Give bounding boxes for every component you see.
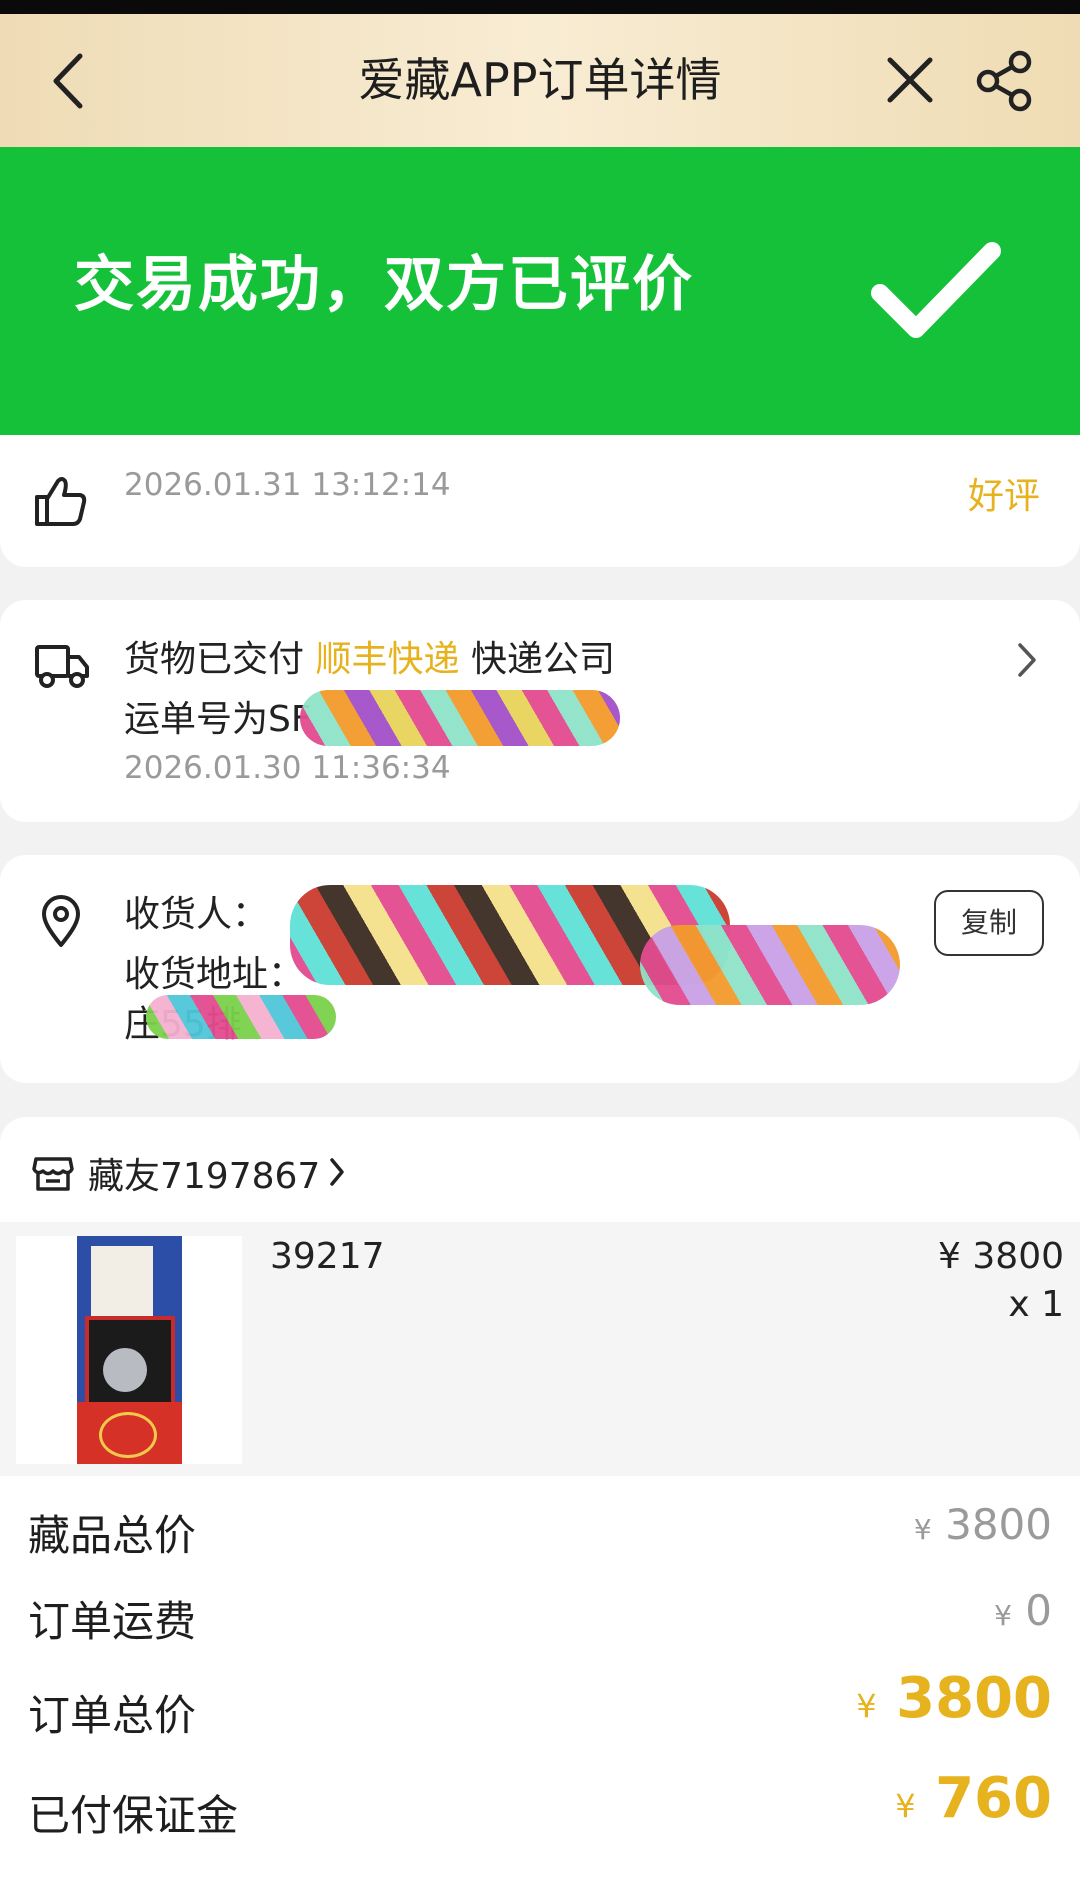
review-rating: 好评 <box>968 476 1041 517</box>
courier-name: 顺丰快递 <box>315 639 460 680</box>
shipping-fee-currency: ¥ <box>994 1599 1012 1632</box>
shipping-time: 2026.01.30 11:36:34 <box>124 750 451 786</box>
seller-chevron-icon[interactable] <box>328 1157 346 1187</box>
status-bar <box>0 0 1080 14</box>
shop-icon <box>32 1157 74 1191</box>
order-summary: 藏品总价 ¥ 3800 订单运费 ¥ 0 订单总价 ¥ 3800 已付保证金 ¥… <box>0 1476 1080 1879</box>
deposit-value: 760 <box>935 1766 1052 1831</box>
review-time: 2026.01.31 13:12:14 <box>124 467 451 503</box>
shipping-fee-value: 0 <box>1025 1586 1052 1635</box>
status-banner: 交易成功，双方已评价 <box>0 147 1080 435</box>
address-card: 收货人： 收货地址： 庄55排 <box>0 855 1080 1083</box>
redacted-address <box>640 925 900 1005</box>
status-message: 交易成功，双方已评价 <box>74 250 694 320</box>
deposit-currency: ¥ <box>895 1787 916 1825</box>
shipping-status-suffix: 快递公司 <box>470 639 615 680</box>
items-total-amount: ¥ 3800 <box>914 1500 1052 1549</box>
redacted-tracking <box>300 690 620 746</box>
truck-icon <box>35 645 89 688</box>
receiver-label: 收货人： <box>124 894 269 935</box>
copy-button[interactable]: 复制 <box>934 890 1044 956</box>
location-pin-icon <box>42 895 80 947</box>
top-navigation-bar: 爱藏APP订单详情 <box>0 14 1080 147</box>
items-total-currency: ¥ <box>913 1513 932 1546</box>
deposit-label: 已付保证金 <box>28 1791 239 1840</box>
product-price: ¥ 3800 <box>938 1236 1064 1277</box>
shipping-status-prefix: 货物已交付 <box>124 639 305 680</box>
product-thumbnail[interactable] <box>77 1236 182 1464</box>
tracking-number: 运单号为SF <box>124 699 312 740</box>
product-quantity: x 1 <box>1008 1284 1064 1325</box>
items-total-value: 3800 <box>945 1500 1052 1549</box>
shipping-fee-amount: ¥ 0 <box>994 1586 1052 1635</box>
review-card: 2026.01.31 13:12:14 好评 <box>0 435 1080 567</box>
thumbs-up-icon <box>35 477 87 526</box>
order-total-amount: ¥ 3800 <box>856 1666 1052 1731</box>
order-total-currency: ¥ <box>856 1687 877 1725</box>
share-icon[interactable] <box>976 50 1034 112</box>
seller-row[interactable]: 藏友7197867 <box>0 1117 1080 1237</box>
shipping-fee-label: 订单运费 <box>28 1597 197 1646</box>
redacted-address-line2 <box>146 995 336 1039</box>
order-total-label: 订单总价 <box>28 1691 197 1740</box>
shipping-status-line: 货物已交付 顺丰快递 快递公司 <box>124 630 615 682</box>
address-label: 收货地址： <box>124 954 305 995</box>
product-name: 39217 <box>270 1236 385 1277</box>
order-total-value: 3800 <box>896 1666 1052 1731</box>
deposit-amount: ¥ 760 <box>895 1766 1052 1831</box>
shipping-card[interactable]: 货物已交付 顺丰快递 快递公司 运单号为SF 2026.01.30 11:36:… <box>0 600 1080 822</box>
close-icon[interactable] <box>886 56 934 104</box>
seller-name[interactable]: 藏友7197867 <box>88 1147 320 1199</box>
checkmark-icon <box>871 242 1001 338</box>
items-total-label: 藏品总价 <box>28 1511 197 1560</box>
chevron-right-icon[interactable] <box>1016 642 1038 678</box>
